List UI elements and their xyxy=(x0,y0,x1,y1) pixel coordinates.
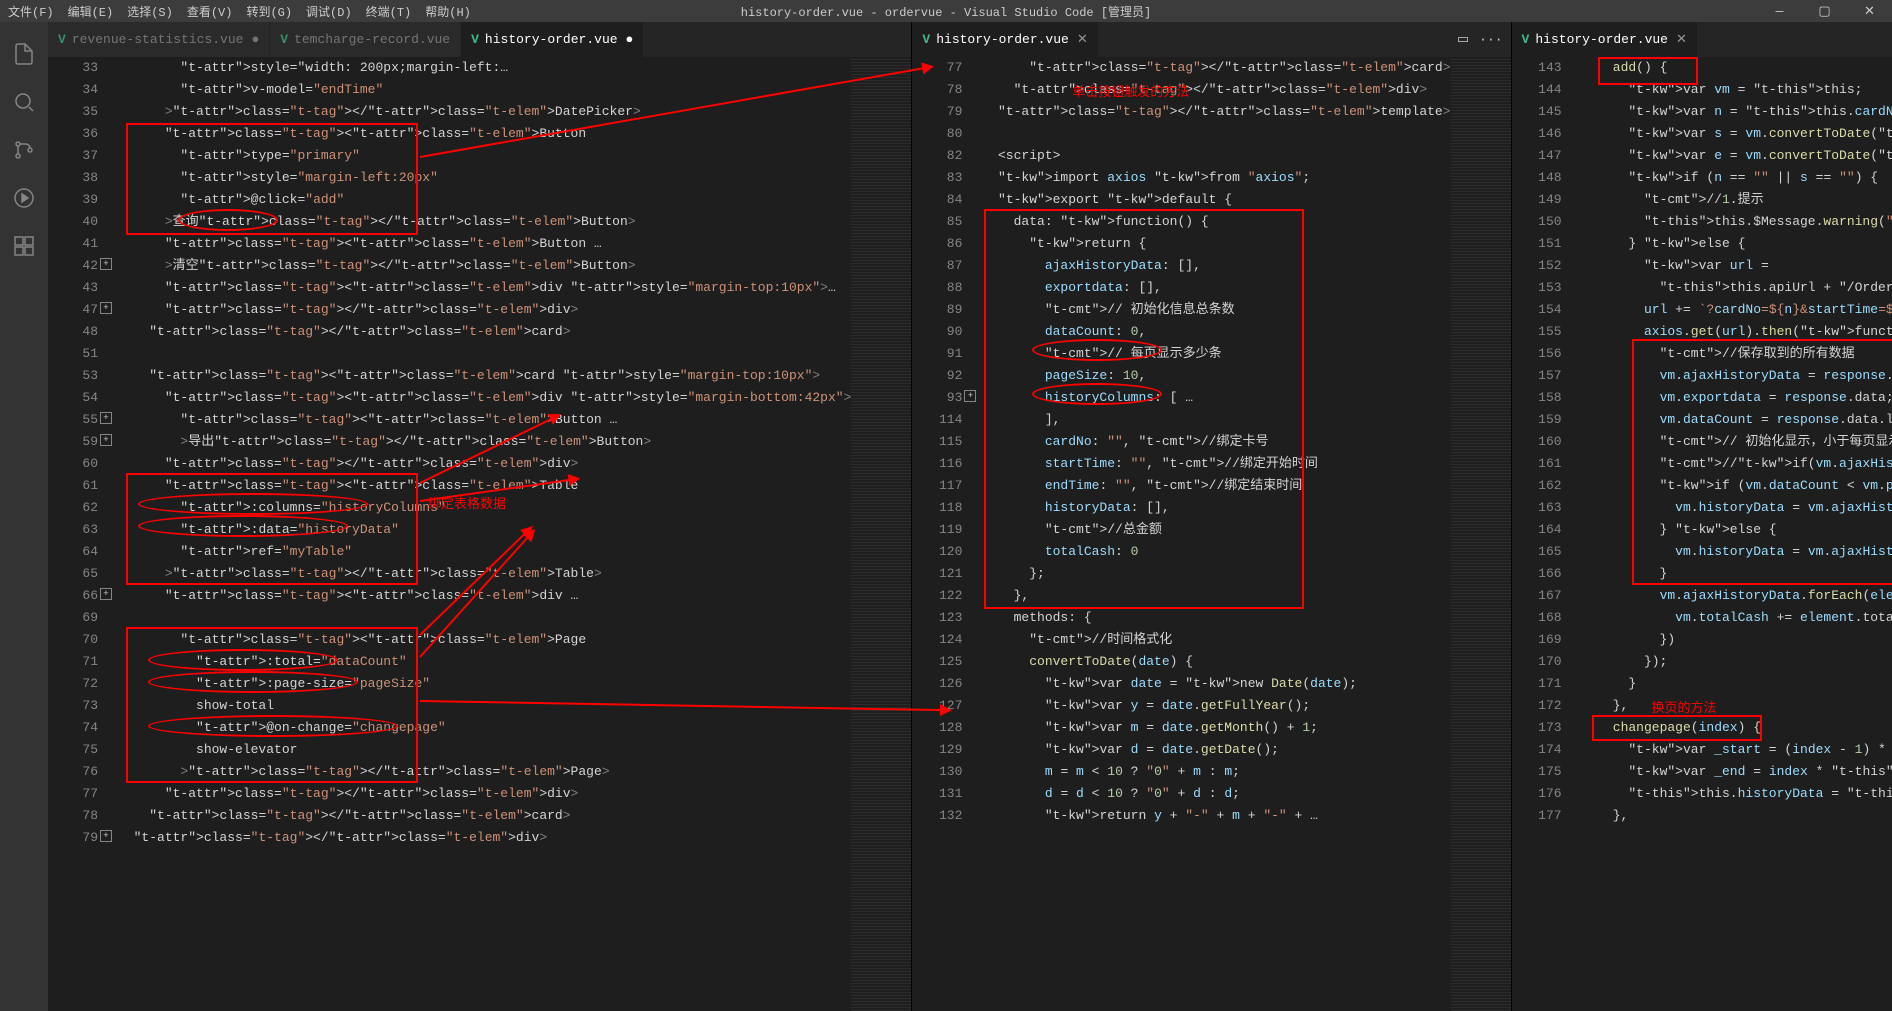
minimap-1[interactable] xyxy=(851,57,911,1011)
code-3[interactable]: add() { "t-kw">var vm = "t-this">this; "… xyxy=(1582,57,1892,1011)
debug-icon[interactable] xyxy=(0,174,48,222)
split-editor-icon[interactable]: ▭ xyxy=(1457,32,1469,47)
code-1[interactable]: "t-attr">style="width: 200px;margin-left… xyxy=(118,57,851,1011)
menu-view[interactable]: 查看(V) xyxy=(187,3,233,20)
close-icon[interactable]: ✕ xyxy=(1077,32,1088,47)
tab-label: revenue-statistics.vue xyxy=(72,32,244,47)
menu-help[interactable]: 帮助(H) xyxy=(425,3,471,20)
gutter-3: 1431441451461471481491501511521531541551… xyxy=(1512,57,1582,1011)
close-window-button[interactable]: ✕ xyxy=(1847,0,1892,22)
tab-label: history-order.vue xyxy=(936,32,1069,47)
tab-label: history-order.vue xyxy=(485,32,618,47)
title-bar: history-order.vue - ordervue - Visual St… xyxy=(741,0,1151,22)
close-icon[interactable]: ✕ xyxy=(1676,32,1687,47)
vue-icon: V xyxy=(58,32,66,47)
editor-body-3[interactable]: 1431441451461471481491501511521531541551… xyxy=(1512,57,1892,1011)
editor-body-1[interactable]: 33343536373839404142+4347+4851535455+59+… xyxy=(48,57,911,1011)
fold-icon[interactable]: + xyxy=(100,412,112,424)
activity-bar xyxy=(0,22,48,1011)
tab-actions-2: ▭ ··· xyxy=(1439,22,1511,57)
fold-icon[interactable]: + xyxy=(100,434,112,446)
gutter-2: 77787980828384858687888990919293+1141151… xyxy=(912,57,982,1011)
editor-area: Vrevenue-statistics.vue ● Vtemcharge-reco… xyxy=(48,22,1892,1011)
editor-group-1: Vrevenue-statistics.vue ● Vtemcharge-reco… xyxy=(48,22,912,1011)
menu-terminal[interactable]: 终端(T) xyxy=(366,3,412,20)
tab-temcharge-record[interactable]: Vtemcharge-record.vue xyxy=(270,22,461,57)
vue-icon: V xyxy=(280,32,288,47)
editor-group-3: Vhistory-order.vue✕ ▭ ··· 14314414514614… xyxy=(1512,22,1892,1011)
editor-body-2[interactable]: 77787980828384858687888990919293+1141151… xyxy=(912,57,1510,1011)
search-icon[interactable] xyxy=(0,78,48,126)
files-icon[interactable] xyxy=(0,30,48,78)
fold-icon[interactable]: + xyxy=(100,830,112,842)
tabs-group-1: Vrevenue-statistics.vue ● Vtemcharge-reco… xyxy=(48,22,911,57)
editor-group-2: Vhistory-order.vue ✕ ▭ ··· 77787980828384… xyxy=(912,22,1511,1011)
menu-debug[interactable]: 调试(D) xyxy=(306,3,352,20)
tab-history-order-3[interactable]: Vhistory-order.vue ✕ xyxy=(1512,22,1698,57)
fold-icon[interactable]: + xyxy=(100,588,112,600)
minimap-2[interactable] xyxy=(1451,57,1511,1011)
gutter-1: 33343536373839404142+4347+4851535455+59+… xyxy=(48,57,118,1011)
menu-select[interactable]: 选择(S) xyxy=(127,3,173,20)
maximize-button[interactable]: ▢ xyxy=(1802,0,1847,22)
fold-icon[interactable]: + xyxy=(964,390,976,402)
vue-icon: V xyxy=(471,32,479,47)
menu-file[interactable]: 文件(F) xyxy=(8,3,54,20)
extensions-icon[interactable] xyxy=(0,222,48,270)
fold-icon[interactable]: + xyxy=(100,258,112,270)
tab-history-order-2[interactable]: Vhistory-order.vue ✕ xyxy=(912,22,1098,57)
source-control-icon[interactable] xyxy=(0,126,48,174)
menu-goto[interactable]: 转到(G) xyxy=(246,3,292,20)
dirty-icon: ● xyxy=(251,32,259,47)
tabs-group-3: Vhistory-order.vue✕ ▭ ··· xyxy=(1512,22,1892,57)
tab-history-order[interactable]: Vhistory-order.vue ● xyxy=(461,22,644,57)
code-2[interactable]: "t-attr">class="t-tag"></"t-attr">class=… xyxy=(982,57,1450,1011)
vue-icon: V xyxy=(922,32,930,47)
tab-revenue-statistics[interactable]: Vrevenue-statistics.vue ● xyxy=(48,22,270,57)
dirty-icon: ● xyxy=(626,32,634,47)
window-controls: — ▢ ✕ xyxy=(1757,0,1892,22)
vue-icon: V xyxy=(1522,32,1530,47)
tab-label: temcharge-record.vue xyxy=(294,32,450,47)
menu-edit[interactable]: 编辑(E) xyxy=(68,3,114,20)
minimize-button[interactable]: — xyxy=(1757,0,1802,22)
tabs-group-2: Vhistory-order.vue ✕ ▭ ··· xyxy=(912,22,1510,57)
tab-label: history-order.vue xyxy=(1535,32,1668,47)
fold-icon[interactable]: + xyxy=(100,302,112,314)
more-actions-icon[interactable]: ··· xyxy=(1479,32,1502,47)
